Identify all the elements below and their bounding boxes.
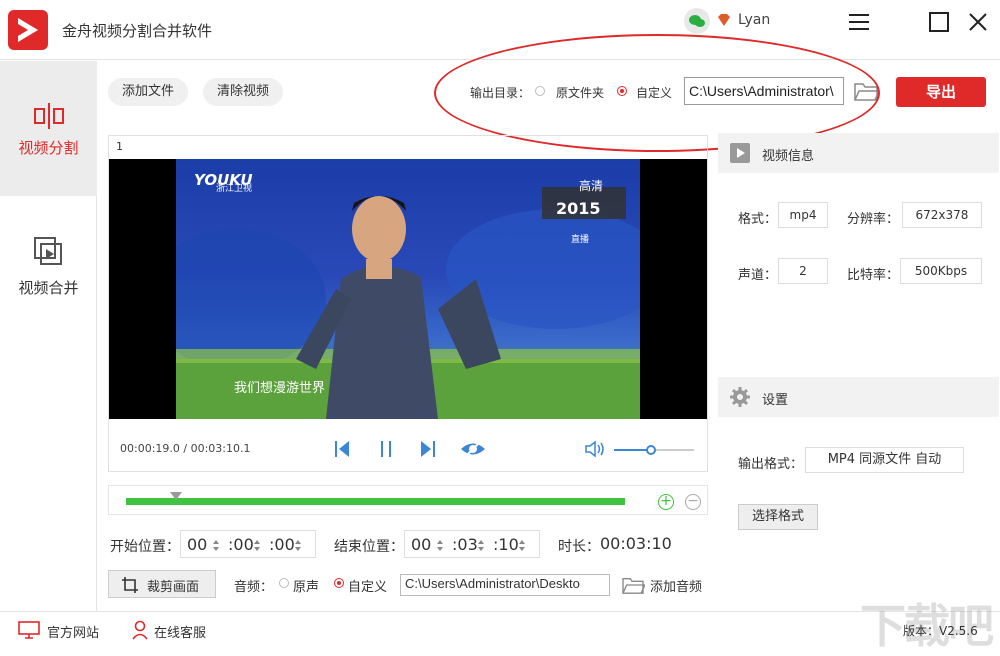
radio-audio-custom-label: 自定义	[348, 580, 388, 595]
video-info-title: 视频信息	[762, 149, 815, 164]
start-time-field[interactable]: 00 :00 :00	[180, 530, 316, 558]
sidebar-item-split[interactable]: 视频分割	[0, 61, 97, 196]
export-button[interactable]: 导出	[896, 77, 986, 107]
volume-icon[interactable]	[583, 438, 607, 464]
spinner[interactable]	[294, 537, 302, 559]
audio-path-field[interactable]: C:\Users\Administrator\Deskto	[400, 574, 610, 596]
end-minutes: :03	[446, 535, 487, 554]
radio-audio-custom[interactable]	[334, 578, 344, 588]
bitrate-label: 比特率：	[847, 268, 900, 283]
settings-title: 设置	[762, 393, 789, 408]
gear-icon	[730, 387, 750, 407]
audio-label: 音频：	[234, 580, 274, 595]
video-badge-year: 2015	[556, 199, 601, 218]
resolution-value: 672x378	[902, 202, 982, 228]
wechat-icon[interactable]	[684, 8, 710, 34]
output-format-label: 输出格式：	[738, 457, 804, 472]
bitrate-value: 500Kbps	[900, 258, 982, 284]
sidebar-item-label: 视频分割	[18, 139, 79, 157]
username[interactable]: Lyan	[738, 12, 770, 28]
video-badge-live: 直播	[571, 235, 590, 245]
start-minutes: :00	[222, 535, 263, 554]
spinner[interactable]	[436, 537, 444, 559]
pause-icon[interactable]	[377, 438, 397, 464]
end-time-field[interactable]: 00 :03 :10	[404, 530, 540, 558]
settings-header: 设置	[718, 377, 999, 417]
format-label: 格式：	[738, 212, 778, 227]
duration-label: 时长：	[558, 539, 600, 555]
eye-icon[interactable]	[459, 438, 487, 464]
forward-icon[interactable]	[417, 438, 437, 464]
video-info-header: 视频信息	[718, 133, 999, 173]
add-audio-button[interactable]: 添加音频	[650, 576, 702, 595]
folder-icon[interactable]	[621, 575, 646, 599]
start-seconds: :00	[263, 535, 304, 554]
end-hours: 00	[405, 535, 446, 554]
vip-diamond-icon	[716, 12, 732, 28]
monitor-icon[interactable]	[18, 621, 40, 643]
video-subtitle: 我们想漫游世界	[234, 381, 326, 396]
crop-icon	[122, 577, 138, 593]
app-title: 金舟视频分割合并软件	[62, 22, 213, 40]
end-label: 结束位置：	[334, 539, 404, 555]
online-support-link[interactable]: 在线客服	[154, 622, 206, 641]
zoom-in-icon[interactable]: +	[658, 494, 674, 510]
volume-slider[interactable]	[646, 445, 656, 455]
sidebar: 视频分割 视频合并	[0, 61, 97, 611]
resolution-label: 分辨率：	[847, 212, 900, 227]
channels-label: 声道：	[738, 268, 778, 283]
menu-icon[interactable]	[845, 8, 873, 36]
output-format-field[interactable]: MP4 同源文件 自动	[805, 447, 964, 473]
crop-button[interactable]: 裁剪画面	[108, 570, 216, 598]
end-seconds: :10	[487, 535, 528, 554]
spinner[interactable]	[518, 537, 526, 559]
channels-value: 2	[778, 258, 828, 284]
spinner[interactable]	[212, 537, 220, 559]
sidebar-item-label: 视频合并	[18, 279, 79, 297]
close-icon[interactable]	[964, 8, 992, 36]
maximize-icon[interactable]	[925, 8, 953, 36]
format-value: mp4	[778, 202, 828, 228]
playback-time: 00:00:19.0 / 00:03:10.1	[120, 442, 251, 455]
sidebar-item-merge[interactable]: 视频合并	[0, 201, 97, 336]
spinner[interactable]	[477, 537, 485, 559]
split-icon	[34, 103, 64, 129]
app-logo-icon	[8, 10, 48, 50]
official-website-link[interactable]: 官方网站	[47, 622, 99, 641]
footer	[0, 611, 1000, 650]
video-frame: YOUKU 浙江卫视 高清 2015 直播 我们想漫游世界	[176, 159, 640, 419]
video-index: 1	[116, 140, 123, 153]
person-icon[interactable]	[131, 620, 149, 644]
radio-audio-original-label: 原声	[293, 580, 320, 595]
start-hours: 00	[181, 535, 222, 554]
video-channel: 浙江卫视	[216, 184, 253, 194]
add-file-button[interactable]: 添加文件	[108, 78, 188, 106]
timeline-selection[interactable]	[126, 498, 625, 505]
clear-video-button[interactable]: 清除视频	[203, 78, 283, 106]
version-text: 版本：V2.5.6	[903, 624, 978, 638]
duration-value: 00:03:10	[600, 534, 672, 553]
start-label: 开始位置：	[110, 539, 180, 555]
rewind-icon[interactable]	[333, 438, 353, 464]
video-badge-hd: 高清	[579, 179, 604, 193]
volume-fill	[614, 449, 650, 451]
crop-button-label: 裁剪画面	[147, 580, 200, 595]
merge-icon	[34, 237, 62, 265]
spinner[interactable]	[253, 537, 261, 559]
radio-audio-original[interactable]	[279, 578, 289, 588]
timeline-marker[interactable]	[170, 492, 182, 500]
choose-format-button[interactable]: 选择格式	[738, 504, 818, 530]
play-square-icon	[730, 143, 750, 163]
zoom-out-icon[interactable]: −	[685, 494, 701, 510]
